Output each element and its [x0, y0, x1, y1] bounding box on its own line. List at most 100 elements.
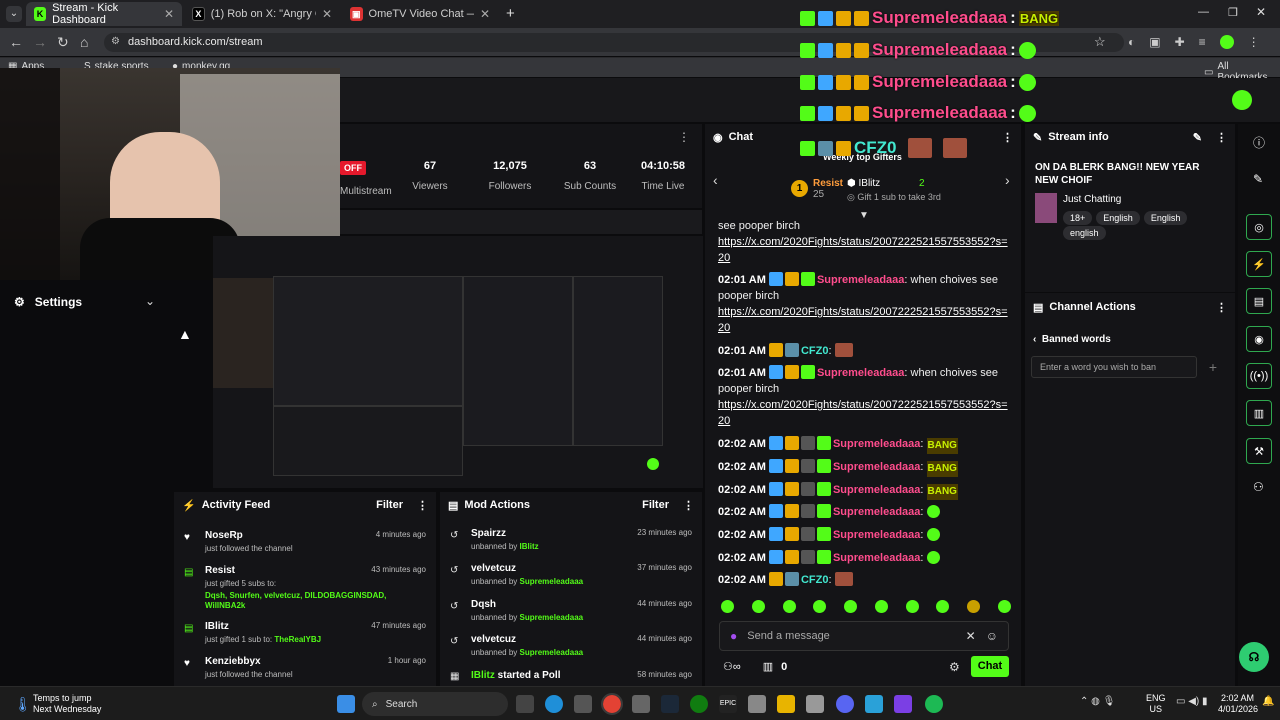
settings-icon[interactable] — [748, 695, 766, 713]
more-icon[interactable]: ⋮ — [417, 499, 428, 512]
network-volume-icon[interactable]: ▭ ◀) ▮ — [1176, 696, 1208, 707]
close-window-button[interactable]: ✕ — [1256, 5, 1266, 19]
taskbar-search[interactable]: ⌕ Search — [362, 692, 508, 716]
clock[interactable]: 2:02 AM 4/01/2026 — [1218, 693, 1258, 715]
gear-icon[interactable]: ⚙ — [949, 660, 960, 674]
chat-input[interactable]: ● Send a message ✕ ☺ — [719, 621, 1009, 651]
steam-icon[interactable] — [661, 695, 679, 713]
emote-icon[interactable] — [813, 600, 827, 613]
app-icon[interactable] — [894, 695, 912, 713]
emote-icon[interactable] — [874, 600, 888, 613]
more-icon[interactable]: ⋮ — [1216, 301, 1227, 314]
discord-icon[interactable] — [836, 695, 854, 713]
tab-kick-dashboard[interactable]: K Stream - Kick Dashboard ✕ — [26, 2, 182, 26]
media-icon[interactable]: ≡ — [1199, 35, 1206, 49]
bookmark-star-icon[interactable]: ☆ — [1094, 34, 1106, 50]
translate-icon[interactable]: ✕ — [966, 629, 976, 643]
community-icon[interactable]: ⚇ — [1253, 480, 1264, 494]
filter-button[interactable]: Filter — [642, 499, 669, 511]
xbox-icon[interactable] — [690, 695, 708, 713]
rail-button[interactable]: ⚒ — [1246, 438, 1272, 464]
emote-icon[interactable] — [936, 600, 950, 613]
emote-icon[interactable] — [997, 600, 1011, 613]
more-icon[interactable]: ⋮ — [1002, 131, 1013, 144]
chevron-right-icon[interactable]: › — [1005, 172, 1010, 188]
mod-item: ↺ Spairzz unbanned by IBlitz 23 minutes a… — [450, 528, 692, 551]
edit-icon[interactable]: ✎ — [1193, 131, 1202, 144]
more-icon[interactable]: ⋮ — [683, 499, 694, 512]
maximize-button[interactable]: ❐ — [1228, 6, 1238, 19]
app-icon[interactable] — [865, 695, 883, 713]
info-icon[interactable]: ⓘ — [1253, 134, 1265, 151]
emote-icon[interactable] — [721, 600, 734, 613]
stream-tags: 18+ English Englishenglish — [1063, 210, 1235, 240]
stream-title: ON DA BLERK BANG!! NEW YEAR NEW CHOIF — [1035, 162, 1200, 186]
emote-icon[interactable] — [905, 600, 919, 613]
notification-icon[interactable]: 🔔 — [1262, 696, 1274, 707]
add-banned-word-button[interactable]: + — [1201, 356, 1225, 378]
tray-icons[interactable]: ⌃ ◍ 🎙 — [1080, 696, 1115, 707]
avatar[interactable] — [1219, 35, 1234, 49]
new-tab-button[interactable]: + — [506, 5, 515, 22]
language-indicator[interactable]: ENG US — [1146, 693, 1166, 715]
store-icon[interactable] — [806, 695, 824, 713]
emote-icon[interactable] — [967, 600, 981, 613]
extension-icon[interactable]: ◐ — [1128, 35, 1135, 49]
home-icon[interactable]: ⌂ — [80, 34, 88, 50]
spotify-icon[interactable] — [925, 695, 943, 713]
weather-widget[interactable]: Temps to jump Next Wednesday — [33, 693, 101, 715]
close-icon[interactable]: ✕ — [480, 7, 490, 21]
rail-button[interactable]: ◉ — [1246, 326, 1272, 352]
user-avatar[interactable] — [1232, 90, 1252, 110]
emote-icon[interactable] — [782, 600, 796, 613]
forward-icon[interactable]: → — [33, 34, 47, 50]
minimize-button[interactable]: — — [1198, 6, 1209, 18]
chrome-icon[interactable] — [601, 693, 623, 715]
app-icon[interactable] — [632, 695, 650, 713]
chevron-left-icon[interactable]: ‹ — [713, 172, 718, 188]
rail-button[interactable]: ◎ — [1246, 214, 1272, 240]
settings-header[interactable]: ⚙ Settings — [14, 295, 82, 309]
more-icon[interactable]: ⋮ — [678, 130, 690, 144]
mic-icon[interactable]: ● — [730, 629, 737, 643]
reload-icon[interactable]: ↻ — [57, 34, 69, 51]
unban-icon: ↺ — [450, 636, 459, 647]
banned-word-input[interactable]: Enter a word you wish to ban — [1031, 356, 1197, 378]
emote-icon[interactable] — [844, 600, 858, 613]
points-icon[interactable]: ⚇∞ — [723, 660, 741, 673]
ometv-icon: ▣ — [350, 7, 363, 21]
rail-button[interactable]: ((•)) — [1246, 363, 1272, 389]
stats-subbar — [340, 210, 702, 234]
extensions-puzzle-icon[interactable]: ✚ — [1175, 35, 1185, 49]
banned-words-header[interactable]: ‹ Banned words — [1033, 334, 1111, 345]
send-chat-button[interactable]: Chat — [971, 656, 1009, 677]
emoji-icon[interactable]: ☺ — [986, 629, 998, 643]
menu-icon[interactable]: ⋮ — [1248, 35, 1260, 49]
emote-icon[interactable] — [751, 600, 765, 613]
back-icon[interactable]: ← — [9, 34, 23, 50]
tab-x[interactable]: X (1) Rob on X: "Angry Chihuahua ✕ — [184, 2, 340, 26]
explorer-icon[interactable] — [777, 695, 795, 713]
rail-button[interactable]: ▤ — [1246, 288, 1272, 314]
filter-button[interactable]: Filter — [376, 499, 403, 511]
rail-button[interactable]: ⚡ — [1246, 251, 1272, 277]
task-view-icon[interactable] — [516, 695, 534, 713]
edge-icon[interactable] — [545, 695, 563, 713]
support-button[interactable]: ☊ — [1239, 642, 1269, 672]
app-icon[interactable] — [574, 695, 592, 713]
chevron-down-icon[interactable]: ⌄ — [145, 294, 155, 308]
rail-button[interactable]: ▥ — [1246, 400, 1272, 426]
close-icon[interactable]: ✕ — [322, 7, 332, 21]
gift-icon[interactable]: ▥ — [763, 660, 773, 673]
emote-bar — [721, 600, 1011, 613]
extension-icon[interactable]: ▣ — [1149, 35, 1160, 49]
pencil-icon[interactable]: ✎ — [1253, 172, 1263, 186]
epic-icon[interactable]: EPIC — [719, 695, 737, 713]
tab-search-button[interactable]: ⌄ — [6, 6, 22, 22]
close-icon[interactable]: ✕ — [164, 7, 174, 21]
start-icon[interactable] — [337, 695, 355, 713]
site-info-icon[interactable]: ⚙ — [111, 36, 120, 47]
more-icon[interactable]: ⋮ — [1216, 131, 1227, 144]
weather-icon[interactable]: 🌡 — [14, 696, 32, 713]
tab-ometv[interactable]: ▣ OmeTV Video Chat — Omegle ✕ — [342, 2, 498, 26]
